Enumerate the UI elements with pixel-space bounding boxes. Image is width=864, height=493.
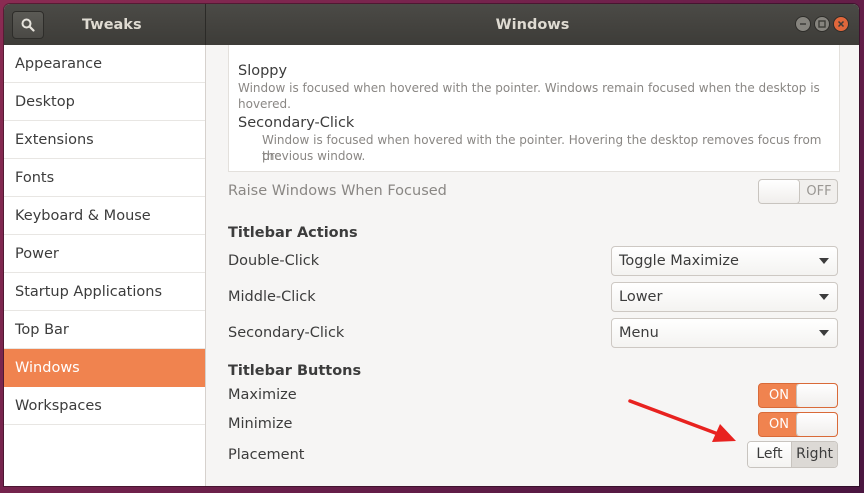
middle-click-label: Middle-Click <box>228 289 316 305</box>
maximize-switch[interactable]: ON <box>758 383 838 408</box>
sidebar: Appearance Desktop Extensions Fonts Keyb… <box>4 45 206 486</box>
secondary-click-title: Secondary-Click <box>238 115 355 131</box>
secondary-click-label: Secondary-Click <box>228 325 345 341</box>
sidebar-item-extensions[interactable]: Extensions <box>4 121 205 159</box>
double-click-label: Double-Click <box>228 253 320 269</box>
raise-windows-label: Raise Windows When Focused <box>228 183 447 199</box>
middle-click-value: Lower <box>619 289 663 305</box>
placement-toggle: Left Right <box>747 441 838 468</box>
raise-windows-switch[interactable]: OFF <box>758 179 838 204</box>
switch-state: ON <box>769 417 789 432</box>
secondary-click-description-line2: previous window. <box>262 149 366 163</box>
maximize-label: Maximize <box>228 387 297 403</box>
minimize-icon <box>800 23 806 25</box>
sidebar-item-fonts[interactable]: Fonts <box>4 159 205 197</box>
titlebar-buttons-heading: Titlebar Buttons <box>228 363 362 379</box>
window-title: Windows <box>495 16 570 33</box>
sidebar-item-power[interactable]: Power <box>4 235 205 273</box>
switch-knob <box>797 413 837 436</box>
chevron-down-icon <box>819 294 829 300</box>
sidebar-item-windows[interactable]: Windows <box>4 349 205 387</box>
switch-state: ON <box>769 388 789 403</box>
placement-right-button[interactable]: Right <box>792 442 837 467</box>
minimize-label: Minimize <box>228 416 293 432</box>
minimize-window-button[interactable] <box>795 16 811 32</box>
switch-state: OFF <box>806 184 832 199</box>
focus-mode-list: Sloppy Window is focused when hovered wi… <box>228 45 840 172</box>
windows-settings-panel: Sloppy Window is focused when hovered wi… <box>207 45 859 486</box>
close-icon <box>837 20 845 28</box>
sidebar-item-startup-applications[interactable]: Startup Applications <box>4 273 205 311</box>
switch-knob <box>797 384 837 407</box>
sidebar-item-appearance[interactable]: Appearance <box>4 45 205 83</box>
titlebar-actions-heading: Titlebar Actions <box>228 225 358 241</box>
minimize-switch[interactable]: ON <box>758 412 838 437</box>
placement-left-button[interactable]: Left <box>748 442 792 467</box>
secondary-click-dropdown[interactable]: Menu <box>611 318 838 348</box>
search-icon <box>21 18 35 32</box>
sidebar-header: Tweaks <box>4 4 206 45</box>
middle-click-dropdown[interactable]: Lower <box>611 282 838 312</box>
sloppy-description: Window is focused when hovered with the … <box>238 81 820 111</box>
maximize-icon <box>818 20 826 28</box>
sidebar-item-desktop[interactable]: Desktop <box>4 83 205 121</box>
switch-knob <box>759 180 799 203</box>
chevron-down-icon <box>819 258 829 264</box>
maximize-window-button[interactable] <box>814 16 830 32</box>
search-button[interactable] <box>12 10 44 39</box>
double-click-dropdown[interactable]: Toggle Maximize <box>611 246 838 276</box>
sidebar-item-workspaces[interactable]: Workspaces <box>4 387 205 425</box>
tweaks-window: Tweaks Windows Appearance Desktop Extens… <box>4 4 859 486</box>
sidebar-item-keyboard-mouse[interactable]: Keyboard & Mouse <box>4 197 205 235</box>
sidebar-item-top-bar[interactable]: Top Bar <box>4 311 205 349</box>
app-title: Tweaks <box>82 16 142 33</box>
placement-label: Placement <box>228 447 305 463</box>
titlebar: Tweaks Windows <box>4 4 859 45</box>
double-click-value: Toggle Maximize <box>619 253 739 269</box>
close-window-button[interactable] <box>833 16 849 32</box>
secondary-click-value: Menu <box>619 325 659 341</box>
chevron-down-icon <box>819 330 829 336</box>
window-controls <box>795 16 849 32</box>
sloppy-title: Sloppy <box>238 63 288 79</box>
